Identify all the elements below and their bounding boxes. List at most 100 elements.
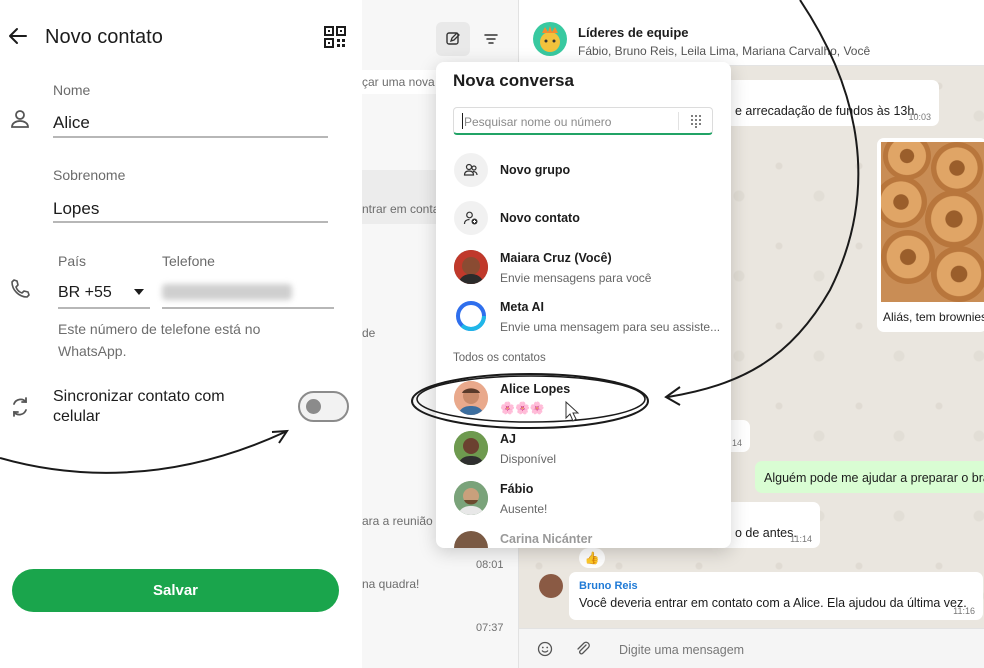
new-group-option[interactable]: Novo grupo [436, 146, 731, 194]
group-name: Líderes de equipe [578, 25, 689, 40]
avatar [454, 431, 488, 465]
chat-preview: na quadra! [362, 577, 420, 591]
qr-code-icon[interactable] [324, 26, 346, 48]
message-time: 11:14 [790, 534, 812, 544]
contact-name: Meta AI [500, 300, 544, 314]
meta-ai-icon [454, 299, 488, 333]
contact-item-self[interactable]: Maiara Cruz (Você) Envie mensagens para … [436, 243, 731, 291]
phone-label: Telefone [162, 253, 215, 269]
option-label: Novo contato [500, 211, 580, 225]
contact-name: Carina Nicánter [500, 532, 593, 546]
avatar [454, 531, 488, 548]
message-text: Você deveria entrar em contato com a Ali… [579, 596, 967, 610]
phone-underline [162, 307, 334, 309]
sync-icon [13, 397, 27, 417]
chat-time: 07:37 [476, 622, 504, 634]
message-time: 10:03 [908, 112, 931, 122]
chat-preview: de [362, 326, 376, 340]
message-input[interactable]: Digite uma mensagem [619, 643, 744, 657]
attach-icon[interactable] [575, 641, 591, 657]
first-name-underline [53, 136, 328, 138]
last-name-field[interactable]: Lopes [53, 199, 99, 219]
contact-item-aj[interactable]: AJ Disponível [436, 424, 731, 472]
message-composer[interactable]: Digite uma mensagem [519, 628, 984, 668]
contact-name: Fábio [500, 482, 534, 496]
message-bubble[interactable]: e arrecadação de fundos às 13h. 10:03 [725, 80, 939, 126]
page-title: Novo contato [45, 26, 163, 48]
country-underline [58, 307, 150, 309]
message-bubble[interactable]: Alguém pode me ajudar a preparar o bra [755, 461, 984, 493]
country-label: País [58, 253, 87, 269]
avatar [454, 250, 488, 284]
toggle-knob [306, 399, 321, 414]
search-placeholder: Pesquisar nome ou número [464, 115, 612, 129]
search-divider [678, 112, 679, 130]
option-label: Novo grupo [500, 163, 571, 177]
contact-item-meta-ai[interactable]: Meta AI Envie uma mensagem para seu assi… [436, 292, 731, 340]
filter-icon [484, 34, 498, 44]
avatar [454, 481, 488, 515]
conversation-header[interactable]: Líderes de equipe Fábio, Bruno Reis, Lei… [519, 0, 984, 66]
message-text: o de antes. [735, 526, 797, 540]
group-members: Fábio, Bruno Reis, Leila Lima, Mariana C… [578, 44, 871, 58]
last-name-underline [53, 221, 328, 223]
message-bubble[interactable]: Bruno Reis Você deveria entrar em contat… [569, 572, 983, 620]
sender-name[interactable]: Bruno Reis [579, 580, 638, 592]
person-icon [11, 110, 29, 128]
dialpad-icon[interactable] [689, 114, 703, 128]
contact-status: Disponível [500, 452, 557, 466]
contact-search-input[interactable]: Pesquisar nome ou número [453, 107, 713, 135]
message-time: 14 [731, 438, 742, 448]
first-name-label: Nome [53, 82, 91, 98]
emoji-icon[interactable] [537, 641, 553, 657]
contact-item-fabio[interactable]: Fábio Ausente! [436, 474, 731, 522]
chat-search-input[interactable]: çar uma nova [362, 70, 440, 94]
contact-name: Alice Lopes [500, 382, 571, 396]
phone-number-redacted[interactable] [162, 284, 292, 300]
all-contacts-heading: Todos os contatos [453, 352, 546, 364]
sync-contact-label: Sincronizar contato com celular [53, 388, 225, 425]
add-contact-icon [454, 201, 488, 235]
text-caret [462, 113, 463, 129]
search-placeholder-fragment: çar uma nova [362, 75, 435, 89]
new-chat-button[interactable] [436, 22, 470, 56]
contact-status: Ausente! [500, 502, 548, 516]
message-time: 11:16 [953, 606, 975, 616]
group-icon [454, 153, 488, 187]
chat-preview: ntrar em conta [362, 202, 440, 216]
chat-preview: ara a reunião [362, 514, 433, 528]
avatar [454, 381, 488, 415]
photo-caption: Aliás, tem brownies [883, 310, 984, 324]
contact-item-alice[interactable]: Alice Lopes 🌸🌸🌸 [436, 374, 731, 422]
whatsapp-helper-text: Este número de telefone está no WhatsApp… [58, 321, 261, 359]
popup-title: Nova conversa [453, 71, 574, 90]
phone-icon [11, 279, 30, 298]
contact-status: Envie mensagens para você [500, 271, 652, 285]
message-text: Alguém pode me ajudar a preparar o bra [764, 471, 984, 485]
message-text: e arrecadação de fundos às 13h. [735, 104, 918, 118]
country-select[interactable]: BR +55 [58, 284, 112, 302]
compose-icon [446, 32, 460, 45]
thumbs-up-reaction[interactable]: 👍 [579, 548, 605, 568]
chat-time: 08:01 [476, 559, 504, 571]
back-arrow-icon[interactable] [6, 24, 30, 48]
last-name-label: Sobrenome [53, 167, 126, 183]
filter-button[interactable] [474, 22, 508, 56]
donuts-image [881, 142, 984, 302]
contact-name: Maiara Cruz (Você) [500, 251, 612, 265]
save-button[interactable]: Salvar [12, 569, 339, 612]
contact-item-partial[interactable]: Carina Nicánter [436, 524, 731, 548]
photo-message[interactable]: Aliás, tem brownies [877, 138, 984, 332]
first-name-field[interactable]: Alice [53, 113, 90, 133]
contact-status: Envie uma mensagem para seu assiste... [500, 320, 721, 334]
dropdown-caret-icon[interactable] [133, 288, 145, 296]
avatar[interactable] [539, 574, 563, 598]
sync-toggle[interactable] [298, 391, 349, 422]
new-contact-option[interactable]: Novo contato [436, 194, 731, 242]
new-chat-popup: Nova conversa Pesquisar nome ou número N… [436, 62, 731, 548]
group-avatar[interactable] [533, 22, 567, 56]
new-contact-form: Novo contato Nome Alice Sobrenome Lopes … [0, 0, 362, 668]
contact-status: 🌸🌸🌸 [500, 401, 545, 415]
contact-name: AJ [500, 432, 516, 446]
group-emoji-icon [540, 26, 560, 52]
